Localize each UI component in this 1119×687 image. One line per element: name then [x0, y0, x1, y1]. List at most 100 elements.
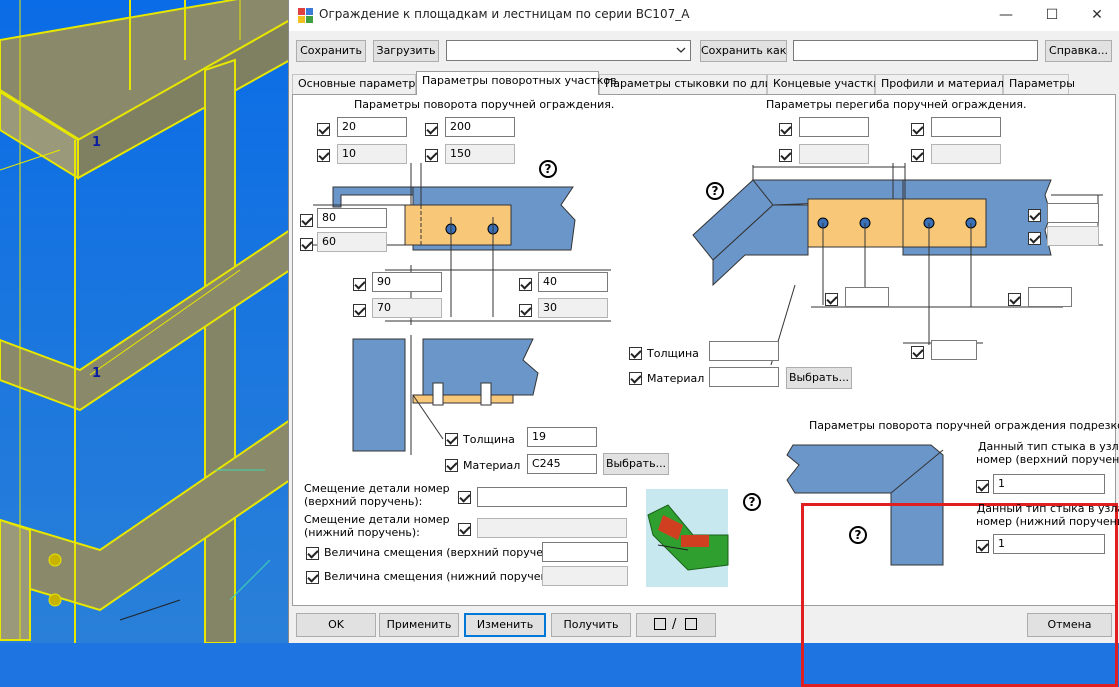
- right-material-field[interactable]: [709, 367, 779, 387]
- offset-lower-amount-label: Величина смещения (нижний поручень):: [324, 570, 563, 583]
- checkbox-top-c[interactable]: [425, 123, 438, 136]
- right-field-5[interactable]: [1047, 203, 1099, 223]
- save-as-button[interactable]: Сохранить как: [700, 40, 787, 62]
- offset-upper-amount-field[interactable]: [542, 542, 628, 562]
- right-thickness-label: Толщина: [647, 347, 699, 360]
- checkbox-offset-upper-amount[interactable]: [306, 547, 319, 560]
- top-a-field[interactable]: 20: [337, 117, 407, 137]
- preset-combo[interactable]: [446, 40, 691, 61]
- tab-joint-params[interactable]: Параметры стыковки по длине: [599, 74, 786, 94]
- tab-panel: Параметры поворота поручней ограждения. …: [292, 94, 1119, 687]
- checkbox-cut-lower[interactable]: [976, 540, 989, 553]
- save-as-field[interactable]: [793, 40, 1038, 61]
- right-field-2[interactable]: [931, 117, 1001, 137]
- checkbox-offset-lower-amount[interactable]: [306, 571, 319, 584]
- checkbox-right-4[interactable]: [911, 149, 924, 162]
- checkbox-left-thickness[interactable]: [445, 433, 458, 446]
- checkbox-offset-upper[interactable]: [458, 491, 471, 504]
- checkbox-bot-b[interactable]: [353, 304, 366, 317]
- side-b-field[interactable]: 60: [317, 232, 387, 252]
- checkbox-right-3[interactable]: [779, 149, 792, 162]
- tab-profiles[interactable]: Профили и материалы: [875, 74, 1013, 94]
- checkbox-cut-upper[interactable]: [976, 480, 989, 493]
- checkbox-right-7[interactable]: [825, 293, 838, 306]
- node-label-1: 1: [92, 135, 102, 150]
- checkbox-right-thickness[interactable]: [629, 347, 642, 360]
- checkbox-left-material[interactable]: [445, 459, 458, 472]
- checkbox-bot-d[interactable]: [519, 304, 532, 317]
- cut-section-highlight: [801, 503, 1118, 687]
- bot-b-field[interactable]: 70: [372, 298, 442, 318]
- title-bar[interactable]: Ограждение к площадкам и лестницам по се…: [289, 0, 1119, 31]
- checkbox-top-a[interactable]: [317, 123, 330, 136]
- offset-upper-field[interactable]: [477, 487, 627, 507]
- ok-button[interactable]: OK: [296, 613, 376, 637]
- right-field-3[interactable]: [799, 144, 869, 164]
- cancel-button[interactable]: Отмена: [1027, 613, 1112, 637]
- tab-main-params[interactable]: Основные параметры: [292, 74, 424, 94]
- left-thickness-field[interactable]: 19: [527, 427, 597, 447]
- checkbox-side-a[interactable]: [300, 214, 313, 227]
- help-icon-cut[interactable]: ?: [849, 526, 867, 544]
- left-choose-button[interactable]: Выбрать...: [603, 453, 669, 475]
- bot-a-field[interactable]: 90: [372, 272, 442, 292]
- toggle-all-button[interactable]: /: [636, 613, 716, 637]
- offset-lower-field[interactable]: [477, 518, 627, 538]
- checked-box-icon: [654, 618, 666, 630]
- close-button[interactable]: ✕: [1074, 0, 1119, 31]
- right-field-1[interactable]: [799, 117, 869, 137]
- right-field-9[interactable]: [931, 340, 977, 360]
- checkbox-right-6[interactable]: [1028, 232, 1041, 245]
- help-button[interactable]: Справка...: [1045, 40, 1112, 62]
- cut-upper-field[interactable]: 1: [993, 474, 1105, 494]
- checkbox-bot-c[interactable]: [519, 278, 532, 291]
- left-material-field[interactable]: С245: [527, 454, 597, 474]
- right-section-title: Параметры перегиба поручней ограждения.: [766, 98, 1027, 111]
- checkbox-right-1[interactable]: [779, 123, 792, 136]
- minimize-button[interactable]: —: [983, 0, 1029, 31]
- help-icon-offset[interactable]: ?: [743, 493, 761, 511]
- apply-button[interactable]: Применить: [379, 613, 459, 637]
- help-icon-right[interactable]: ?: [706, 182, 724, 200]
- checkbox-right-5[interactable]: [1028, 209, 1041, 222]
- top-c-field[interactable]: 200: [445, 117, 515, 137]
- right-field-8[interactable]: [1028, 287, 1072, 307]
- top-b-field[interactable]: 10: [337, 144, 407, 164]
- checkbox-right-2[interactable]: [911, 123, 924, 136]
- bot-c-field[interactable]: 40: [538, 272, 608, 292]
- checkbox-right-9[interactable]: [911, 346, 924, 359]
- window-title: Ограждение к площадкам и лестницам по се…: [319, 7, 690, 21]
- checkbox-offset-lower[interactable]: [458, 523, 471, 536]
- tab-turn-params[interactable]: Параметры поворотных участков: [416, 71, 617, 95]
- tab-params[interactable]: Параметры: [1003, 74, 1075, 94]
- checkbox-top-d[interactable]: [425, 149, 438, 162]
- save-button[interactable]: Сохранить: [296, 40, 366, 62]
- right-field-4[interactable]: [931, 144, 1001, 164]
- top-d-field[interactable]: 150: [445, 144, 515, 164]
- load-button[interactable]: Загрузить: [373, 40, 439, 62]
- joint-preview-image: [646, 489, 729, 587]
- cut-lower-label: Данный тип стыка в узлах номер (нижний по…: [976, 502, 1119, 528]
- node-label-2: 1: [92, 366, 102, 381]
- left-material-label: Материал: [463, 459, 521, 472]
- cut-lower-field[interactable]: 1: [993, 534, 1105, 554]
- right-thickness-field[interactable]: [709, 341, 779, 361]
- tab-end-sections[interactable]: Концевые участки: [767, 74, 880, 94]
- right-field-7[interactable]: [845, 287, 889, 307]
- offset-upper-label: Смещение детали номер (верхний поручень):: [304, 482, 450, 508]
- bot-d-field[interactable]: 30: [538, 298, 608, 318]
- maximize-button[interactable]: ☐: [1029, 0, 1075, 31]
- modify-button[interactable]: Изменить: [464, 613, 546, 637]
- offset-lower-label: Смещение детали номер (нижний поручень):: [304, 513, 450, 539]
- checkbox-top-b[interactable]: [317, 149, 330, 162]
- right-field-6[interactable]: [1047, 226, 1099, 246]
- get-button[interactable]: Получить: [551, 613, 631, 637]
- checkbox-side-b[interactable]: [300, 238, 313, 251]
- right-choose-button[interactable]: Выбрать...: [786, 367, 852, 389]
- checkbox-right-8[interactable]: [1008, 293, 1021, 306]
- checkbox-right-material[interactable]: [629, 372, 642, 385]
- checkbox-bot-a[interactable]: [353, 278, 366, 291]
- help-icon-left[interactable]: ?: [539, 160, 557, 178]
- side-a-field[interactable]: 80: [317, 208, 387, 228]
- offset-lower-amount-field[interactable]: [542, 566, 628, 586]
